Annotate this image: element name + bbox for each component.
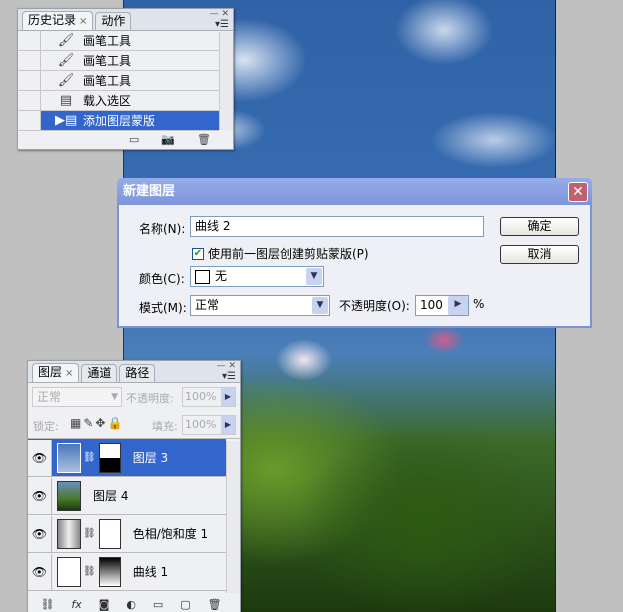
mask-thumbnail [98,518,121,549]
fill-field[interactable]: 100% ▶ [182,415,236,435]
hue-saturation-icon [57,518,81,549]
layers-panel: 图层 × 通道 路径 — ✕ ▾☰ 正常 ▼ 不透明度: 100% ▶ 锁定: ▦✎✥… [27,360,241,612]
opacity-label: 不透明度(O): [339,299,410,313]
eye-icon[interactable]: 👁 [28,477,52,514]
layers-footer: ⛓ fx ◙ ◐ ▭ ▢ 🗑 [28,598,240,612]
snapshot-camera-icon[interactable]: 📷 [161,133,175,146]
history-tabs: 历史记录 × 动作 — ✕ ▾☰ [18,9,233,31]
history-footer: ▭ 📷 🗑 [18,129,233,149]
eye-icon[interactable]: 👁 [28,515,52,552]
mask-thumbnail [98,442,121,473]
dialog-title-bar[interactable]: 新建图层 ✕ [117,178,592,205]
checkmark-icon: ✔ [192,247,204,260]
new-layer-dialog: 新建图层 ✕ 名称(N): 曲线 2 确定 取消 ✔ 使用前一图层创建剪贴蒙版(P… [117,178,592,328]
chevron-down-icon[interactable]: ▼ [312,297,328,314]
trash-icon[interactable]: 🗑 [197,133,211,146]
chevron-down-icon: ▼ [111,392,118,402]
history-item-selected[interactable]: ▶▤ 添加图层蒙版 [18,111,219,131]
link-layers-icon[interactable]: ⛓ [40,598,54,612]
clip-mask-checkbox[interactable]: ✔ 使用前一图层创建剪贴蒙版(P) [192,245,369,262]
tab-actions[interactable]: 动作 [95,12,132,30]
trash-icon[interactable]: 🗑 [208,598,222,612]
panel-menu-icon[interactable]: ▾☰ [222,371,236,382]
brush-icon: 🖌 [57,53,75,68]
blend-mode-select[interactable]: 正常 ▼ [32,387,122,407]
minimize-close-icon[interactable]: — ✕ [217,361,236,371]
chevron-down-icon[interactable]: ▼ [306,268,322,285]
arrow-right-icon[interactable]: ▶ [221,416,235,434]
close-icon[interactable]: × [79,16,87,27]
mask-thumbnail [98,556,121,587]
opacity-input[interactable]: 100 ▶ [415,295,469,316]
snapshot-source-checkbox[interactable] [21,91,41,110]
eye-icon[interactable]: 👁 [28,439,52,476]
history-item[interactable]: 🖌 画笔工具 [18,71,219,91]
scrollbar[interactable] [226,441,240,593]
layer-row[interactable]: 👁 ⛓ 曲线 1 [28,553,226,591]
panel-menu-icon[interactable]: ▾☰ [215,19,229,30]
link-icon[interactable]: ⛓ [83,566,96,577]
eye-icon[interactable]: 👁 [28,553,52,590]
history-panel: 历史记录 × 动作 — ✕ ▾☰ 🖌 画笔工具 🖌 画笔工具 🖌 画笔工具 ▤ 载入选区 … [17,8,234,150]
tab-channels[interactable]: 通道 [81,364,118,382]
new-layer-icon[interactable]: ▢ [180,598,190,612]
lock-icons[interactable]: ▦✎✥🔒 [70,416,124,430]
arrow-right-icon[interactable]: ▶ [448,296,468,315]
layer-thumbnail [57,480,81,511]
close-icon[interactable]: × [65,368,73,379]
layer-row[interactable]: 👁 ⛓ 色相/饱和度 1 [28,515,226,553]
add-mask-icon[interactable]: ◙ [99,598,110,612]
snapshot-source-checkbox[interactable] [21,51,41,70]
cancel-button[interactable]: 取消 [500,245,579,264]
tab-history[interactable]: 历史记录 × [22,11,94,30]
layer-thumbnail [57,442,81,473]
arrow-right-icon[interactable]: ▶ [221,388,235,406]
new-document-icon[interactable]: ▭ [129,133,139,146]
fx-icon[interactable]: fx [71,598,81,612]
minimize-close-icon[interactable]: — ✕ [210,9,229,19]
layer-row[interactable]: 👁 ⛓ 图层 3 [28,439,226,477]
history-item[interactable]: ▤ 载入选区 [18,91,219,111]
snapshot-source-checkbox[interactable] [21,31,41,50]
color-select[interactable]: 无 ▼ [190,266,324,287]
tab-layers[interactable]: 图层 × [32,363,80,382]
document-icon: ▤ [59,93,73,108]
lock-row: 锁定: ▦✎✥🔒 填充: 100% ▶ [28,411,240,439]
close-icon[interactable]: ✕ [568,182,588,202]
percent-unit: % [473,297,485,311]
folder-icon[interactable]: ▭ [153,598,163,612]
layer-row[interactable]: 👁 图层 4 [28,477,226,515]
color-swatch [195,269,210,284]
curves-icon [57,556,81,587]
color-label: 颜色(C): [139,272,185,286]
mode-select[interactable]: 正常 ▼ [190,295,330,316]
layer-name-input[interactable]: 曲线 2 [190,216,484,237]
name-label: 名称(N): [139,222,186,236]
layers-list: 👁 ⛓ 图层 3 👁 图层 4 👁 ⛓ 色相/饱和度 1 👁 ⛓ 曲线 1 [28,439,226,591]
snapshot-source-checkbox[interactable] [21,111,41,130]
brush-icon: 🖌 [57,33,75,48]
mode-label: 模式(M): [139,301,187,315]
opacity-field[interactable]: 100% ▶ [182,387,236,407]
history-item[interactable]: 🖌 画笔工具 [18,31,219,51]
snapshot-source-checkbox[interactable] [21,71,41,90]
history-item[interactable]: 🖌 画笔工具 [18,51,219,71]
scrollbar[interactable] [219,32,233,130]
ok-button[interactable]: 确定 [500,217,579,236]
history-list: 🖌 画笔工具 🖌 画笔工具 🖌 画笔工具 ▤ 载入选区 ▶▤ 添加图层蒙版 [18,31,219,131]
brush-icon: 🖌 [57,73,75,88]
tab-paths[interactable]: 路径 [119,364,156,382]
link-icon[interactable]: ⛓ [83,452,96,463]
document-icon: ▶▤ [55,113,78,128]
blend-row: 正常 ▼ 不透明度: 100% ▶ [28,383,240,411]
layers-tabs: 图层 × 通道 路径 — ✕ ▾☰ [28,361,240,383]
adjustment-layer-icon[interactable]: ◐ [126,598,136,612]
link-icon[interactable]: ⛓ [83,528,96,539]
